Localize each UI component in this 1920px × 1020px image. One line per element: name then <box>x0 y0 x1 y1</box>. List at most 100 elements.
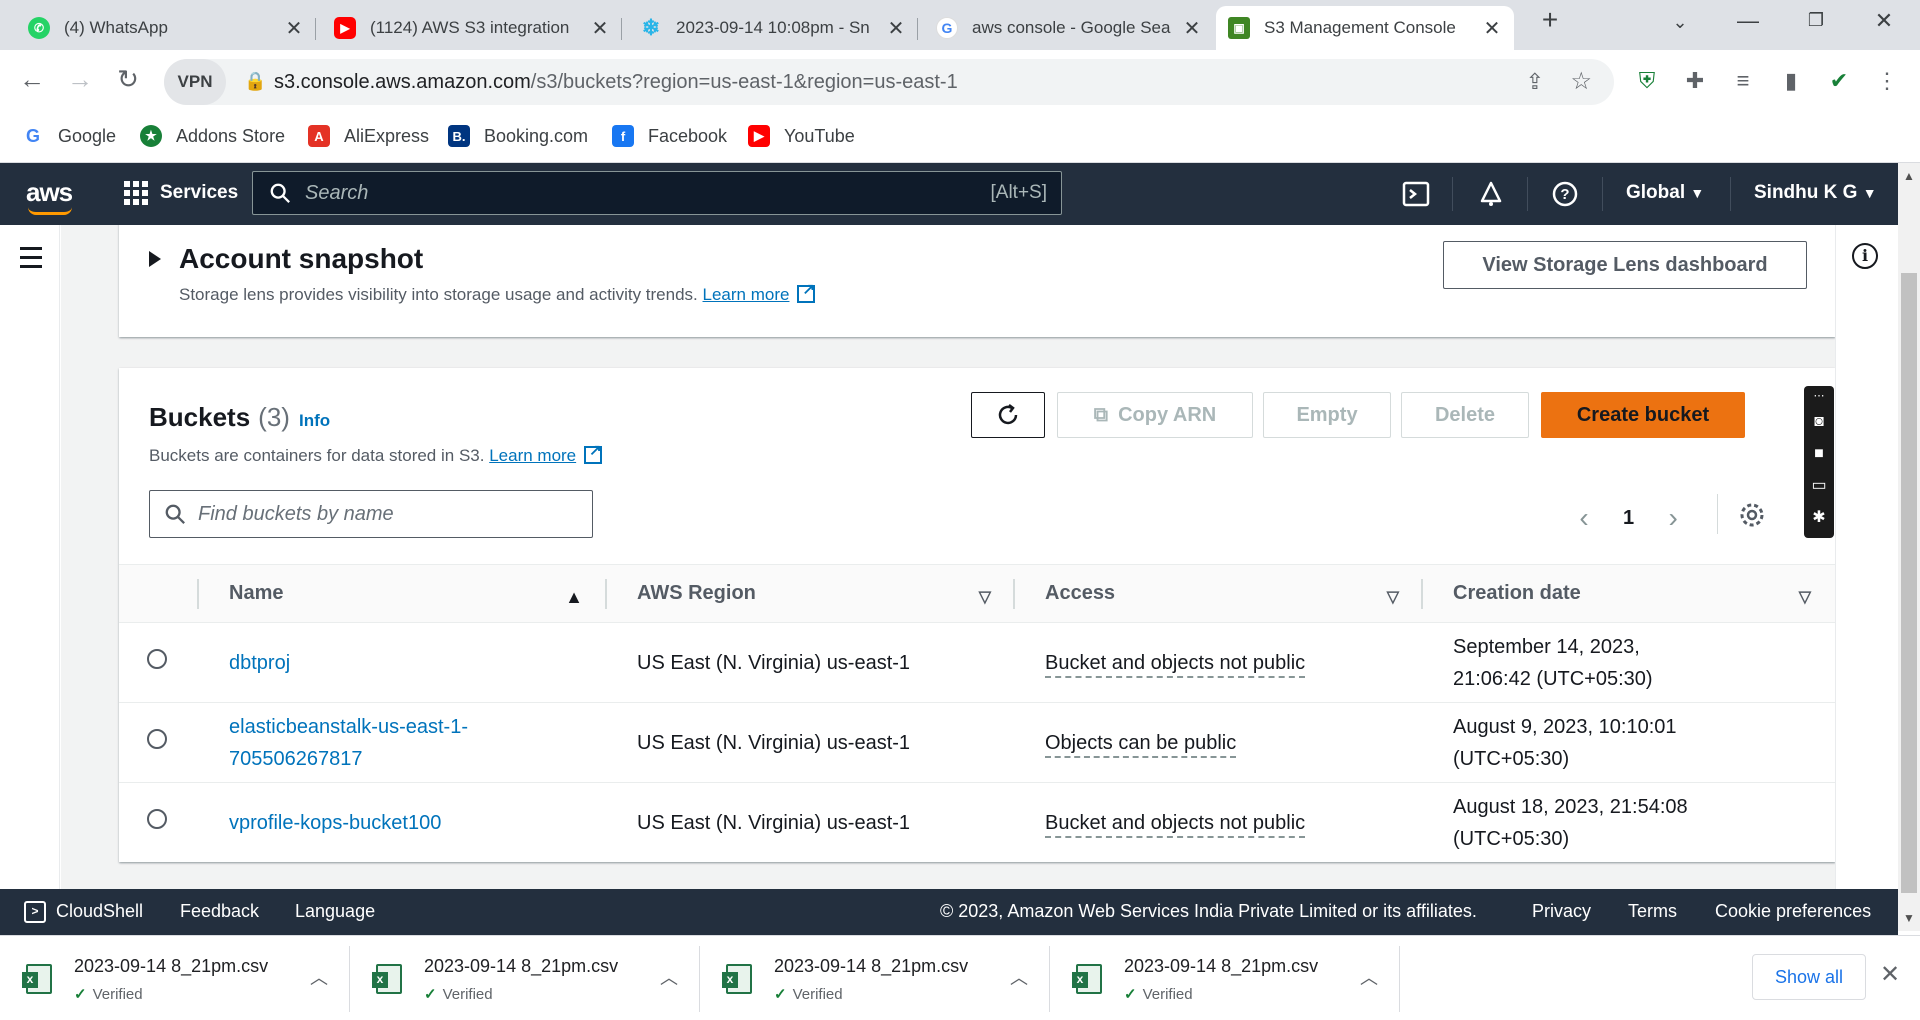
bookmark-youtube[interactable]: ▶ YouTube <box>748 125 855 147</box>
share-icon[interactable]: ⇪ <box>1526 69 1544 95</box>
tab-search-icon[interactable]: ⌄ <box>1660 12 1700 33</box>
expand-caret-icon[interactable] <box>149 251 161 267</box>
bookmark-star-icon[interactable]: ☆ <box>1570 67 1592 96</box>
region-selector[interactable]: Global ▼ <box>1626 182 1704 204</box>
vpn-badge[interactable]: VPN <box>164 59 226 105</box>
footer-feedback-link[interactable]: Feedback <box>180 901 259 922</box>
bucket-access[interactable]: Bucket and objects not public <box>1045 651 1306 678</box>
sort-ascending-icon[interactable]: ▲ <box>565 587 583 608</box>
camera-icon[interactable]: ◙ <box>1804 406 1834 438</box>
cloudshell-icon[interactable] <box>1401 179 1431 209</box>
download-item[interactable]: 2023-09-14 8_21pm.csv ✓ Verified ︿ <box>0 936 350 1020</box>
aws-logo[interactable]: aws <box>26 177 73 215</box>
delete-button[interactable]: Delete <box>1401 392 1529 438</box>
close-tab-icon[interactable]: ✕ <box>1182 16 1202 41</box>
row-radio-button[interactable] <box>147 728 167 749</box>
show-all-downloads-button[interactable]: Show all <box>1752 954 1866 1000</box>
close-tab-icon[interactable]: ✕ <box>886 16 906 41</box>
close-tab-icon[interactable]: ✕ <box>284 16 304 41</box>
bookmark-booking[interactable]: B. Booking.com <box>448 125 588 147</box>
footer-privacy-link[interactable]: Privacy <box>1532 901 1591 922</box>
column-header-region[interactable]: AWS Region ▽ <box>607 564 1015 623</box>
snapshot-title[interactable]: Account snapshot <box>179 243 423 275</box>
back-icon[interactable]: ← <box>14 64 50 95</box>
scroll-down-icon[interactable]: ▼ <box>1903 911 1915 925</box>
download-item[interactable]: 2023-09-14 8_21pm.csv ✓ Verified ︿ <box>1050 936 1400 1020</box>
page-scrollbar[interactable]: ▲ ▼ <box>1898 163 1920 931</box>
sort-icon[interactable]: ▽ <box>1387 587 1399 607</box>
security-shield-icon[interactable]: ✔ <box>1824 68 1854 94</box>
external-link-icon[interactable] <box>797 280 816 303</box>
row-radio-button[interactable] <box>147 808 167 829</box>
tab-google-search[interactable]: G aws console - Google Sea ✕ <box>924 6 1214 50</box>
view-storage-lens-button[interactable]: View Storage Lens dashboard <box>1443 241 1807 289</box>
column-header-access[interactable]: Access ▽ <box>1015 564 1423 623</box>
chevron-up-icon[interactable]: ︿ <box>1010 964 1028 990</box>
refresh-button[interactable] <box>971 392 1045 438</box>
bucket-name-link[interactable]: vprofile-kops-bucket100 <box>229 812 441 834</box>
scrollbar-thumb[interactable] <box>1901 273 1917 893</box>
column-header-creation-date[interactable]: Creation date ▽ <box>1423 564 1835 623</box>
forward-icon[interactable]: → <box>62 64 98 95</box>
footer-language-link[interactable]: Language <box>295 901 375 922</box>
lock-icon[interactable]: 🔒 <box>244 71 266 92</box>
new-tab-button[interactable]: + <box>1530 4 1570 36</box>
download-item[interactable]: 2023-09-14 8_21pm.csv ✓ Verified ︿ <box>350 936 700 1020</box>
bookmark-aliexpress[interactable]: A AliExpress <box>308 125 429 147</box>
window-capture-icon[interactable]: ▭ <box>1804 470 1834 502</box>
cloudshell-icon[interactable]: > <box>24 901 46 923</box>
info-panel-icon[interactable]: i <box>1852 243 1878 269</box>
previous-page-icon[interactable]: ‹ <box>1569 502 1599 534</box>
row-radio-button[interactable] <box>147 648 167 669</box>
footer-cloudshell-link[interactable]: CloudShell <box>56 901 143 922</box>
learn-more-link[interactable]: Learn more <box>489 446 576 465</box>
footer-cookie-preferences-link[interactable]: Cookie preferences <box>1715 901 1871 922</box>
column-header-name[interactable]: Name ▲ <box>199 564 607 623</box>
tab-whatsapp[interactable]: ✆ (4) WhatsApp ✕ <box>16 6 316 50</box>
services-menu-button[interactable]: Services <box>124 181 238 205</box>
address-bar[interactable]: VPN 🔒 s3.console.aws.amazon.com/s3/bucke… <box>164 59 1614 105</box>
bucket-access[interactable]: Objects can be public <box>1045 731 1237 758</box>
sort-icon[interactable]: ▽ <box>1799 587 1811 607</box>
sort-icon[interactable]: ▽ <box>979 587 991 607</box>
external-link-icon[interactable] <box>584 441 603 464</box>
table-settings-gear-icon[interactable] <box>1739 502 1765 528</box>
recorder-more-icon[interactable]: ⋯ <box>1804 386 1834 406</box>
find-buckets-input[interactable]: Find buckets by name <box>149 490 593 538</box>
bucket-name-link[interactable]: dbtproj <box>229 652 290 674</box>
account-menu[interactable]: Sindhu K G ▼ <box>1754 182 1877 204</box>
notifications-bell-icon[interactable] <box>1476 179 1506 209</box>
footer-terms-link[interactable]: Terms <box>1628 901 1677 922</box>
tab-s3-console[interactable]: ▣ S3 Management Console ✕ <box>1216 6 1514 50</box>
vpn-shield-icon[interactable]: ⛨ <box>1632 68 1662 94</box>
table-row[interactable]: elasticbeanstalk-us-east-1- 705506267817 … <box>119 702 1835 783</box>
download-item[interactable]: 2023-09-14 8_21pm.csv ✓ Verified ︿ <box>700 936 1050 1020</box>
current-page[interactable]: 1 <box>1623 507 1634 530</box>
close-download-shelf-icon[interactable]: ✕ <box>1880 960 1900 989</box>
url-text[interactable]: s3.console.aws.amazon.com/s3/buckets?reg… <box>274 71 958 94</box>
aws-search-input[interactable]: Search [Alt+S] <box>252 171 1062 215</box>
bucket-access[interactable]: Bucket and objects not public <box>1045 811 1306 838</box>
copy-arn-button[interactable]: ⧉ Copy ARN <box>1057 392 1253 438</box>
bookmark-facebook[interactable]: f Facebook <box>612 125 727 147</box>
extensions-icon[interactable]: ✚ <box>1680 68 1710 94</box>
video-icon[interactable]: ■ <box>1804 438 1834 470</box>
help-icon[interactable]: ? <box>1550 179 1580 209</box>
scroll-up-icon[interactable]: ▲ <box>1903 169 1915 183</box>
table-row[interactable]: vprofile-kops-bucket100 US East (N. Virg… <box>119 783 1835 863</box>
close-tab-icon[interactable]: ✕ <box>1482 16 1502 41</box>
reload-icon[interactable]: ↻ <box>110 64 146 95</box>
window-close-icon[interactable]: ✕ <box>1864 8 1904 34</box>
next-page-icon[interactable]: › <box>1658 502 1688 534</box>
bookmark-addons-store[interactable]: ★ Addons Store <box>140 125 285 147</box>
bookmark-google[interactable]: G Google <box>22 125 116 147</box>
restore-icon[interactable]: ❐ <box>1796 10 1836 31</box>
bucket-name-link[interactable]: elasticbeanstalk-us-east-1- 705506267817 <box>229 711 607 775</box>
empty-button[interactable]: Empty <box>1263 392 1391 438</box>
side-panel-icon[interactable]: ▮ <box>1776 68 1806 94</box>
menu-kebab-icon[interactable]: ⋮ <box>1872 68 1902 94</box>
chevron-up-icon[interactable]: ︿ <box>310 964 328 990</box>
tab-youtube[interactable]: ▶ (1124) AWS S3 integration ✕ <box>322 6 622 50</box>
create-bucket-button[interactable]: Create bucket <box>1541 392 1745 438</box>
hamburger-menu-icon[interactable] <box>20 247 42 274</box>
